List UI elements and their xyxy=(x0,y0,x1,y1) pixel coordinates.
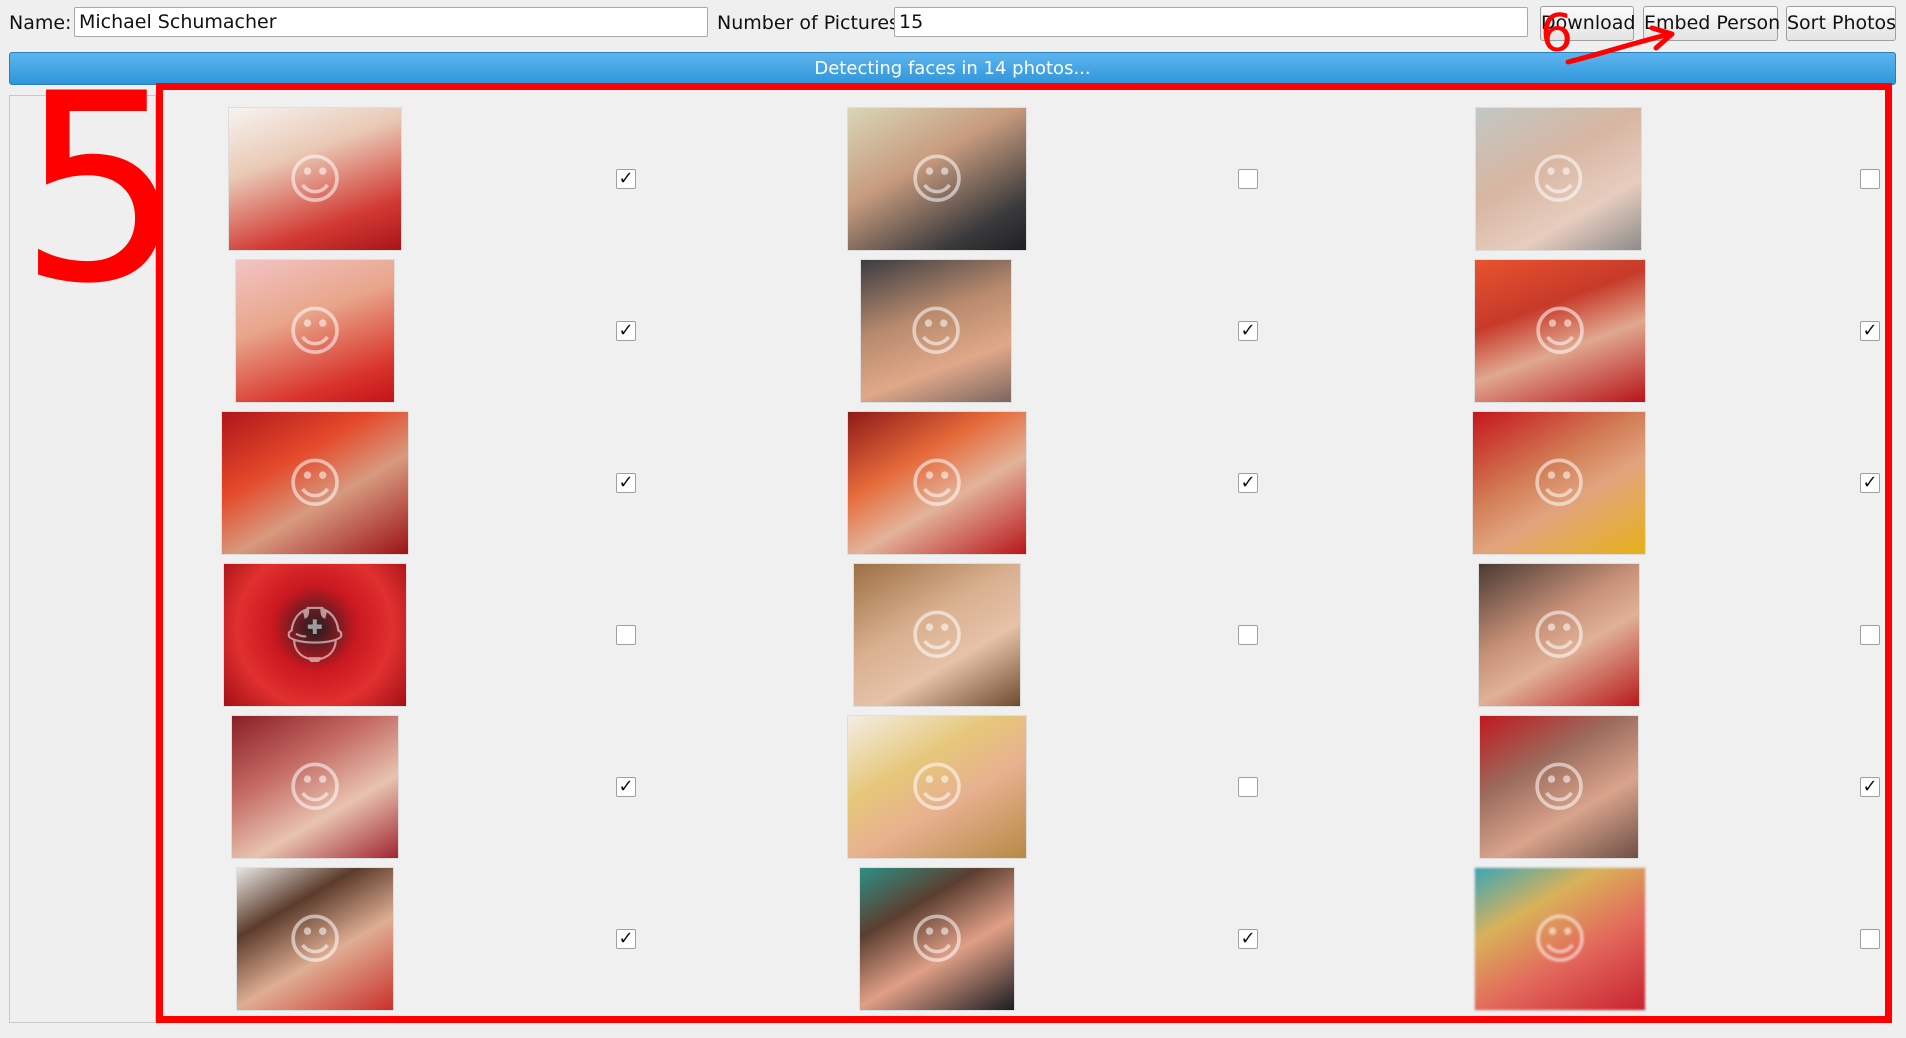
left-panel xyxy=(9,95,156,1023)
include-checkbox[interactable]: ✓ xyxy=(1238,929,1258,949)
helmet-photo-icon: ⛑ xyxy=(280,603,350,666)
include-checkbox[interactable]: ✓ xyxy=(1860,777,1880,797)
include-checkbox[interactable]: ✓ xyxy=(616,473,636,493)
photo-thumbnail[interactable]: ☺ xyxy=(860,868,1014,1010)
face-photo-icon: ☺ xyxy=(1530,147,1587,211)
include-checkbox[interactable] xyxy=(1860,625,1880,645)
photo-thumbnail[interactable]: ☺ xyxy=(232,716,398,858)
photo-thumbnail[interactable]: ☺ xyxy=(229,108,401,250)
include-checkbox[interactable]: ✓ xyxy=(1238,321,1258,341)
face-photo-icon: ☺ xyxy=(286,299,344,363)
include-checkbox[interactable]: ✓ xyxy=(1238,473,1258,493)
face-photo-icon: ☺ xyxy=(908,755,966,819)
photo-thumbnail[interactable]: ☺ xyxy=(1479,564,1639,706)
include-checkbox[interactable] xyxy=(616,625,636,645)
embed-person-button[interactable]: Embed Person xyxy=(1643,6,1780,41)
photo-thumbnail[interactable]: ☺ xyxy=(854,564,1020,706)
photo-row: ☺ ✓ ☺ ✓ ☺ xyxy=(156,868,1896,1010)
face-photo-icon: ☺ xyxy=(908,147,966,211)
include-checkbox[interactable]: ✓ xyxy=(616,777,636,797)
face-photo-icon: ☺ xyxy=(1530,755,1588,819)
face-detection-progress-bar: Detecting faces in 14 photos... xyxy=(9,52,1896,85)
include-checkbox[interactable] xyxy=(1238,777,1258,797)
sort-photos-button[interactable]: Sort Photos xyxy=(1786,6,1896,41)
include-checkbox[interactable]: ✓ xyxy=(616,321,636,341)
include-checkbox[interactable] xyxy=(1238,625,1258,645)
photo-thumbnail[interactable]: ☺ xyxy=(1476,108,1641,250)
photo-row: ☺ ✓ ☺ ☺ ✓ xyxy=(156,716,1896,858)
download-button[interactable]: Download xyxy=(1540,6,1635,41)
name-input[interactable]: Michael Schumacher xyxy=(74,7,708,37)
photo-thumbnail[interactable]: ☺ xyxy=(848,716,1026,858)
photo-thumbnail[interactable]: ☺ xyxy=(1480,716,1638,858)
face-photo-icon: ☺ xyxy=(1531,299,1589,363)
photo-thumbnail[interactable]: ☺ xyxy=(1475,260,1645,402)
face-photo-icon: ☺ xyxy=(286,147,344,211)
photo-thumbnail[interactable]: ☺ xyxy=(237,868,393,1010)
include-checkbox[interactable] xyxy=(1238,169,1258,189)
photo-thumbnail[interactable]: ☺ xyxy=(236,260,394,402)
picture-count-input[interactable]: 15 xyxy=(894,7,1528,37)
include-checkbox[interactable] xyxy=(1860,169,1880,189)
face-photo-icon: ☺ xyxy=(286,755,344,819)
photo-thumbnail[interactable]: ☺ xyxy=(848,412,1026,554)
include-checkbox[interactable]: ✓ xyxy=(616,169,636,189)
photo-row: ☺ ✓ ☺ ✓ ☺ ✓ xyxy=(156,260,1896,402)
blurred-photo-icon: ☺ xyxy=(1531,907,1589,971)
photo-thumbnail[interactable]: ☺ xyxy=(222,412,408,554)
name-label: Name: xyxy=(9,12,72,34)
toolbar: Name: Michael Schumacher Number of Pictu… xyxy=(0,0,1906,48)
photo-thumbnail[interactable]: ☺ xyxy=(1475,868,1645,1010)
face-photo-icon: ☺ xyxy=(286,907,344,971)
face-photo-icon: ☺ xyxy=(908,603,966,667)
picture-count-label: Number of Pictures: xyxy=(717,12,906,34)
face-photo-icon: ☺ xyxy=(1530,451,1588,515)
include-checkbox[interactable]: ✓ xyxy=(616,929,636,949)
face-photo-icon: ☺ xyxy=(907,299,965,363)
photo-row: ☺ ✓ ☺ ✓ ☺ ✓ xyxy=(156,412,1896,554)
include-checkbox[interactable]: ✓ xyxy=(1860,321,1880,341)
photo-thumbnail[interactable]: ☺ xyxy=(1473,412,1645,554)
include-checkbox[interactable] xyxy=(1860,929,1880,949)
photo-row: ⛑ ☺ ☺ xyxy=(156,564,1896,706)
photo-thumbnail[interactable]: ☺ xyxy=(861,260,1011,402)
photo-row: ☺ ✓ ☺ ☺ xyxy=(156,108,1896,250)
photo-grid: ☺ ✓ ☺ ☺ ☺ ✓ ☺ ✓ ☺ ✓ ☺ ✓ ☺ ✓ ☺ ✓ ⛑ ☺ ☺ ☺ … xyxy=(156,85,1896,1023)
face-photo-icon: ☺ xyxy=(1530,603,1588,667)
photo-thumbnail[interactable]: ☺ xyxy=(848,108,1026,250)
photo-thumbnail[interactable]: ⛑ xyxy=(224,564,406,706)
face-photo-icon: ☺ xyxy=(908,907,966,971)
face-photo-icon: ☺ xyxy=(908,451,966,515)
include-checkbox[interactable]: ✓ xyxy=(1860,473,1880,493)
face-photo-icon: ☺ xyxy=(286,451,344,515)
